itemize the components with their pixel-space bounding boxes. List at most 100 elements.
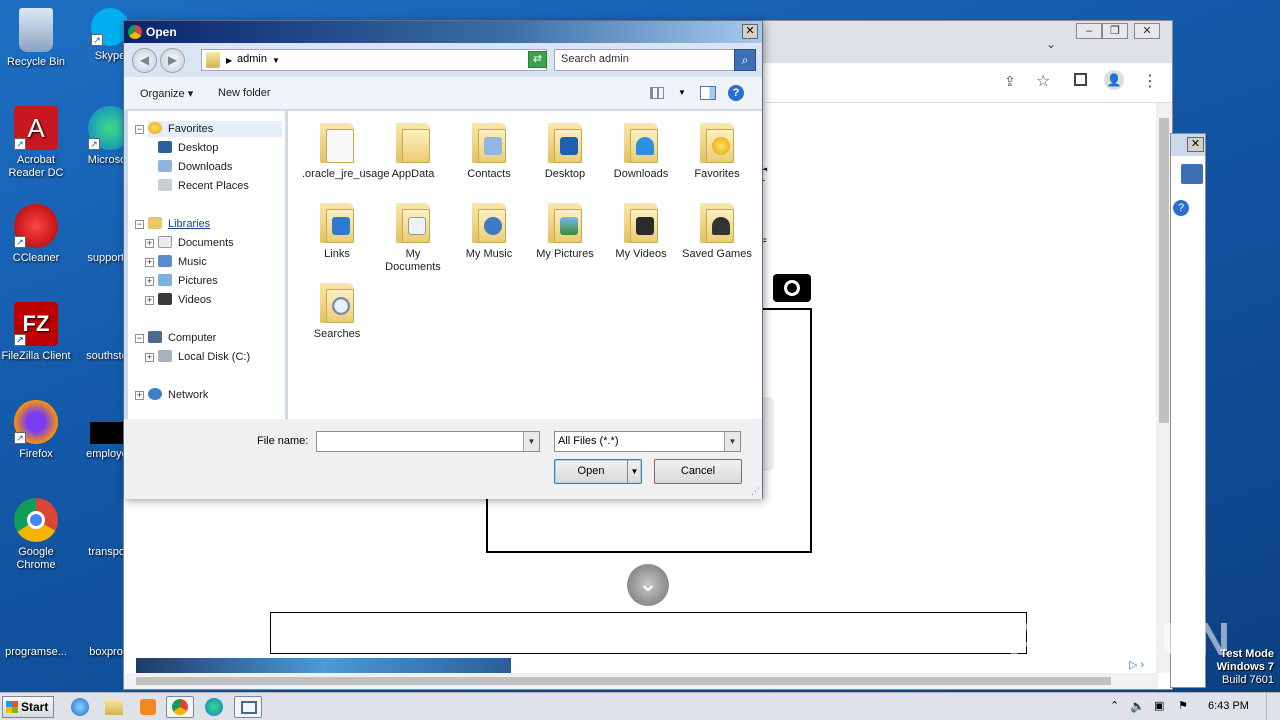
file-name-label: File name: <box>257 435 309 447</box>
desktop-icon-chrome[interactable]: Google Chrome <box>0 498 74 572</box>
desktop-icon-firefox[interactable]: ↗ Firefox <box>0 400 74 461</box>
folder-item[interactable]: My Music <box>454 199 524 261</box>
nav-music[interactable]: Music <box>158 254 207 270</box>
taskbar-edge-icon[interactable] <box>200 696 228 718</box>
nav-documents[interactable]: Documents <box>158 235 234 251</box>
maximize-button[interactable]: ❐ <box>1102 23 1128 39</box>
file-name-input[interactable]: ▼ <box>316 431 540 452</box>
tray-speaker-icon[interactable]: 🔈 <box>1130 699 1145 713</box>
folder-item[interactable]: My Documents <box>378 199 448 274</box>
cancel-button[interactable]: Cancel <box>654 459 742 484</box>
folder-item[interactable]: My Pictures <box>530 199 600 261</box>
firefox-icon: ↗ <box>14 400 58 444</box>
share-icon[interactable]: ⇪ <box>1004 73 1016 90</box>
breadcrumb-admin[interactable]: admin <box>237 53 267 65</box>
taskbar-chrome-icon[interactable] <box>166 696 194 718</box>
nav-favorites[interactable]: Favorites <box>148 121 282 137</box>
minimize-button[interactable]: – <box>1076 23 1102 39</box>
nav-computer[interactable]: Computer <box>148 330 216 346</box>
bookmark-star-icon[interactable]: ☆ <box>1036 71 1050 91</box>
nav-videos[interactable]: Videos <box>158 292 211 308</box>
desktop-icon-acrobat[interactable]: A ↗ Acrobat Reader DC <box>0 106 74 180</box>
search-icon[interactable] <box>1181 164 1203 184</box>
folder-item[interactable]: AppData <box>378 119 448 181</box>
tab-dropdown-icon[interactable]: ⌄ <box>1046 37 1056 51</box>
expander-pictures[interactable]: + <box>145 277 154 286</box>
folder-item[interactable]: .oracle_jre_usage <box>302 119 389 181</box>
start-button[interactable]: Start <box>2 696 54 718</box>
windows-logo-icon <box>6 701 18 713</box>
tray-expand-icon[interactable]: ⌃ <box>1110 699 1119 712</box>
expander-videos[interactable]: + <box>145 296 154 305</box>
desktop-icon-filezilla[interactable]: FZ ↗ FileZilla Client <box>0 302 74 363</box>
folder-item[interactable]: Downloads <box>606 119 676 181</box>
expander-favorites[interactable]: − <box>135 125 144 134</box>
expander-computer[interactable]: − <box>135 334 144 343</box>
folder-item[interactable]: Favorites <box>682 119 752 181</box>
open-button[interactable]: Open ▼ <box>554 459 642 484</box>
close-icon[interactable]: ✕ <box>1187 137 1204 152</box>
search-input[interactable]: Search admin ⌕ <box>554 49 756 71</box>
resize-grip-icon[interactable]: ⋰ <box>751 486 760 497</box>
refresh-icon[interactable]: ⇄ <box>528 51 547 68</box>
file-name-dropdown-icon[interactable]: ▼ <box>523 432 539 451</box>
nav-downloads[interactable]: Downloads <box>158 159 232 175</box>
taskbar-media-player-icon[interactable] <box>134 696 162 718</box>
dialog-close-button[interactable]: ✕ <box>742 24 758 39</box>
folder-item[interactable]: Links <box>302 199 372 261</box>
nav-network[interactable]: Network <box>148 387 208 403</box>
disk-icon <box>158 350 172 362</box>
expander-local-disk[interactable]: + <box>145 353 154 362</box>
browser-horizontal-scrollbar[interactable] <box>124 673 1158 689</box>
expander-music[interactable]: + <box>145 258 154 267</box>
folder-item[interactable]: Saved Games <box>682 199 752 261</box>
desktop-icon-recycle-bin[interactable]: Recycle Bin <box>0 8 74 69</box>
folder-item[interactable]: Contacts <box>454 119 524 181</box>
taskbar-window-icon[interactable] <box>234 696 262 718</box>
desktop-icon-programse[interactable]: programse... <box>0 598 74 659</box>
nav-pictures[interactable]: Pictures <box>158 273 218 289</box>
folder-item[interactable]: Desktop <box>530 119 600 181</box>
side-panel-icon[interactable] <box>1074 73 1087 86</box>
file-type-select[interactable]: All Files (*.*) ▼ <box>554 431 741 452</box>
desktop-icon-label: programse... <box>5 646 67 658</box>
expander-network[interactable]: + <box>135 391 144 400</box>
recent-places-icon <box>158 179 172 191</box>
nav-libraries[interactable]: Libraries <box>148 216 210 232</box>
preview-pane-icon[interactable] <box>700 86 716 100</box>
clock[interactable]: 6:43 PM <box>1208 700 1249 712</box>
camera-icon[interactable] <box>773 274 811 302</box>
organize-button[interactable]: Organize ▾ <box>140 87 193 100</box>
nav-desktop[interactable]: Desktop <box>158 140 218 156</box>
folder-item[interactable]: My Videos <box>606 199 676 261</box>
file-type-dropdown-icon[interactable]: ▼ <box>724 432 740 451</box>
breadcrumb-dropdown-icon[interactable]: ▼ <box>272 56 280 65</box>
background-window-titlebar: ✕ <box>1171 134 1205 156</box>
view-options-icon[interactable] <box>650 87 664 99</box>
nav-recent-places[interactable]: Recent Places <box>158 178 249 194</box>
nav-local-disk[interactable]: Local Disk (C:) <box>158 349 250 365</box>
taskbar-explorer-icon[interactable] <box>100 696 128 718</box>
new-folder-button[interactable]: New folder <box>218 87 271 99</box>
desktop-icon-ccleaner[interactable]: ↗ CCleaner <box>0 204 74 265</box>
expander-documents[interactable]: + <box>145 239 154 248</box>
page-input-box[interactable] <box>270 612 1027 654</box>
profile-icon[interactable]: 👤 <box>1104 70 1124 90</box>
menu-dots-icon[interactable]: ⋮ <box>1142 71 1158 91</box>
close-button[interactable]: ✕ <box>1134 23 1160 39</box>
forward-button[interactable]: ▶ <box>160 48 185 73</box>
expander-libraries[interactable]: − <box>135 220 144 229</box>
help-icon[interactable]: ? <box>728 85 744 101</box>
taskbar-ie-icon[interactable] <box>66 696 94 718</box>
view-dropdown-icon[interactable]: ▼ <box>678 88 686 97</box>
search-icon[interactable]: ⌕ <box>734 49 756 71</box>
tray-flag-icon[interactable]: ⚑ <box>1178 699 1188 712</box>
open-dropdown-icon[interactable]: ▼ <box>627 460 641 483</box>
breadcrumb[interactable]: ▶ admin ▼ ▼ <box>201 49 547 71</box>
help-icon[interactable]: ? <box>1173 200 1189 216</box>
back-button[interactable]: ◀ <box>132 48 157 73</box>
folder-item[interactable]: Searches <box>302 279 372 341</box>
scroll-down-chevron-icon[interactable]: ⌄ <box>627 564 669 606</box>
show-desktop-button[interactable] <box>1266 693 1280 720</box>
tray-network-icon[interactable]: ▣ <box>1154 699 1164 712</box>
